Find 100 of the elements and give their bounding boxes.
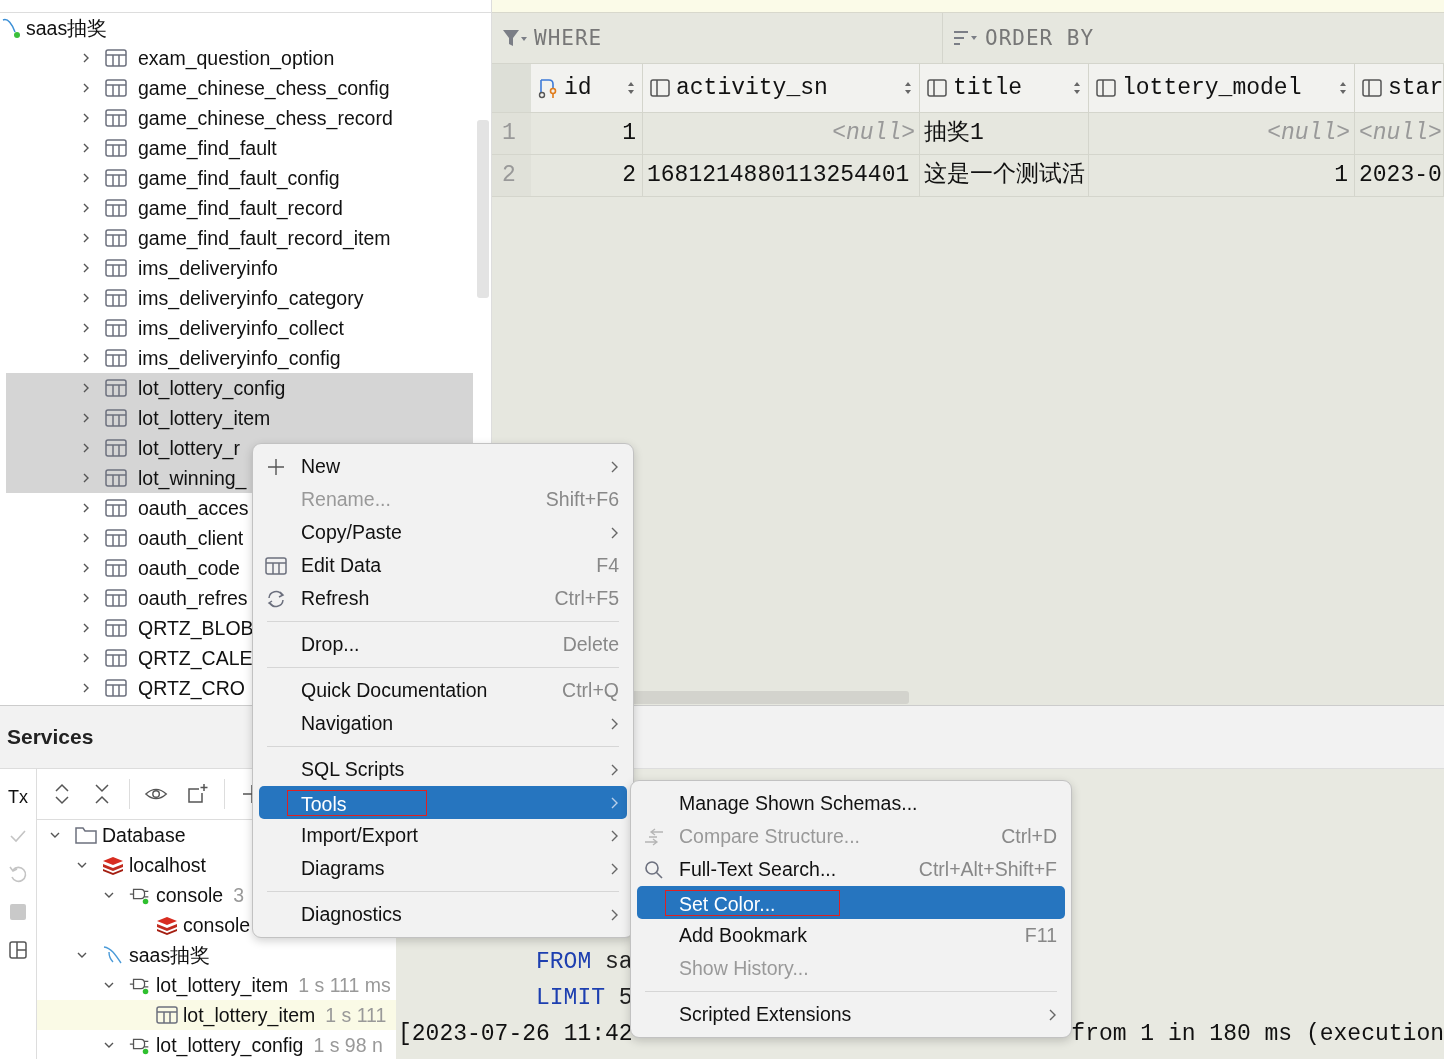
table-icon: [105, 49, 127, 67]
table-cell: 抽奖1: [920, 113, 1089, 154]
table-icon: [105, 529, 127, 547]
table-tree-item[interactable]: ims_deliveryinfo_collect: [6, 313, 473, 343]
table-tree-item[interactable]: game_find_fault_record_item: [6, 223, 473, 253]
menu-item[interactable]: Drop... Delete: [259, 628, 627, 661]
service-tree-item[interactable]: lot_lottery_config 1 s 98 n: [37, 1030, 396, 1059]
sort-arrows-icon[interactable]: [1338, 80, 1348, 96]
table-tree-item[interactable]: ims_deliveryinfo_config: [6, 343, 473, 373]
duration-text: 1 s 111: [325, 1003, 387, 1027]
panel-title: Services: [7, 725, 94, 749]
where-field[interactable]: WHERE: [534, 26, 603, 50]
table-icon: [105, 199, 127, 217]
table-icon: [105, 649, 127, 667]
log-text: from 1 in 180 ms (execution: [1071, 1020, 1444, 1049]
table-icon: [105, 379, 127, 397]
table-tree-item[interactable]: game_chinese_chess_config: [6, 73, 473, 103]
column-header[interactable]: title: [920, 64, 1089, 112]
table-cell: <null>: [1355, 113, 1444, 154]
menu-item[interactable]: Manage Shown Schemas...: [637, 787, 1065, 820]
menu-item[interactable]: Quick Documentation Ctrl+Q: [259, 674, 627, 707]
menu-item[interactable]: Tools: [259, 786, 627, 819]
folder-icon: [74, 824, 98, 846]
sort-arrows-icon[interactable]: [903, 80, 913, 96]
service-tree-item[interactable]: saas抽奖: [37, 940, 396, 970]
key-column-icon: [537, 77, 559, 99]
table-icon: [105, 619, 127, 637]
table-icon: [105, 229, 127, 247]
column-header[interactable]: activity_sn: [643, 64, 920, 112]
menu-item[interactable]: Scripted Extensions: [637, 998, 1065, 1031]
table-icon: [105, 109, 127, 127]
column-icon: [649, 77, 671, 99]
column-header[interactable]: id: [531, 64, 643, 112]
menu-item[interactable]: SQL Scripts: [259, 753, 627, 786]
layout-icon[interactable]: [8, 940, 28, 960]
column-header[interactable]: star: [1355, 64, 1444, 112]
table-tree-item[interactable]: game_chinese_chess_record: [6, 103, 473, 133]
duration-text: 1 s 98 n: [313, 1033, 383, 1057]
order-by-field[interactable]: ORDER BY: [985, 26, 1095, 50]
table-icon: [105, 319, 127, 337]
table-tree-item[interactable]: lot_lottery_item: [6, 403, 473, 433]
row-number: 2: [492, 155, 531, 196]
menu-item[interactable]: Navigation: [259, 707, 627, 740]
plus-icon: [265, 456, 287, 477]
table-icon: [105, 679, 127, 697]
table-tree-item[interactable]: game_find_fault_record: [6, 193, 473, 223]
table-cell: 1: [531, 113, 643, 154]
table-icon: [105, 79, 127, 97]
table-icon: [105, 589, 127, 607]
table-tree-item[interactable]: ims_deliveryinfo_category: [6, 283, 473, 313]
menu-item[interactable]: Diagrams: [259, 852, 627, 885]
dolphin-icon: [2, 16, 22, 40]
table-cell: 1681214880113254401: [643, 155, 920, 196]
table-cell: 2: [531, 155, 643, 196]
table-cell: <null>: [643, 113, 920, 154]
menu-item[interactable]: Copy/Paste: [259, 516, 627, 549]
table-cell: 1: [1089, 155, 1355, 196]
menu-item[interactable]: Diagnostics: [259, 898, 627, 931]
sort-arrows-icon[interactable]: [626, 80, 636, 96]
scrollbar-thumb[interactable]: [477, 120, 489, 298]
table-tree-item[interactable]: game_find_fault_config: [6, 163, 473, 193]
table-tree-item[interactable]: ims_deliveryinfo: [6, 253, 473, 283]
search-icon: [643, 859, 665, 880]
table-cell: <null>: [1089, 113, 1355, 154]
stack-icon: [101, 854, 125, 876]
menu-item[interactable]: Import/Export: [259, 819, 627, 852]
duration-text: 1 s 111 ms: [298, 973, 391, 997]
menu-item[interactable]: Refresh Ctrl+F5: [259, 582, 627, 615]
sql-line: FROM sa: [536, 948, 633, 977]
menu-item[interactable]: Full-Text Search... Ctrl+Alt+Shift+F: [637, 853, 1065, 886]
compare-icon: [643, 826, 665, 847]
transaction-mode[interactable]: Tx: [8, 787, 28, 808]
table-icon: [265, 555, 287, 576]
table-tree-item[interactable]: game_find_fault: [6, 133, 473, 163]
row-number: 1: [492, 113, 531, 154]
menu-item[interactable]: Set Color...: [637, 886, 1065, 919]
table-cell: 2023-0: [1355, 155, 1444, 196]
duration-text: 3: [233, 883, 245, 907]
table-icon: [105, 169, 127, 187]
column-icon: [926, 77, 948, 99]
service-tree-item[interactable]: lot_lottery_item 1 s 111: [37, 1000, 396, 1030]
refresh-icon: [265, 588, 287, 609]
table-icon: [105, 259, 127, 277]
column-header[interactable]: lottery_model: [1089, 64, 1355, 112]
log-text: [2023-07-26 11:42: [398, 1020, 633, 1049]
column-icon: [1095, 77, 1117, 99]
table-icon: [105, 559, 127, 577]
filter-icon: [502, 28, 528, 48]
menu-item[interactable]: Edit Data F4: [259, 549, 627, 582]
column-icon: [1361, 77, 1383, 99]
table-icon: [105, 289, 127, 307]
menu-item[interactable]: Add Bookmark F11: [637, 919, 1065, 952]
service-tree-item[interactable]: lot_lottery_item 1 s 111 ms: [37, 970, 396, 1000]
table-tree-item[interactable]: lot_lottery_config: [6, 373, 473, 403]
sort-arrows-icon[interactable]: [1072, 80, 1082, 96]
sort-icon: [953, 28, 979, 48]
table-icon: [155, 1004, 179, 1026]
schema-label[interactable]: saas抽奖: [26, 14, 108, 42]
table-icon: [105, 139, 127, 157]
table-tree-item[interactable]: exam_question_option: [6, 43, 473, 73]
